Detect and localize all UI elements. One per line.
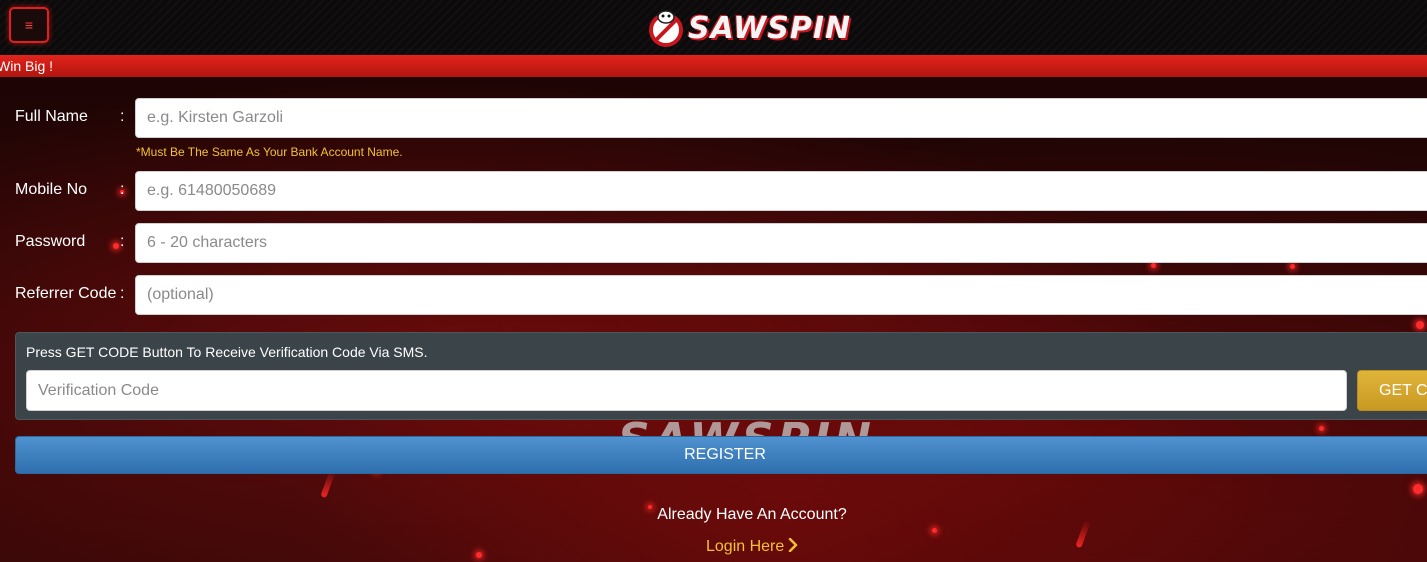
menu-button[interactable]: ≡ xyxy=(9,7,49,43)
hamburger-icon: ≡ xyxy=(24,17,34,33)
background-streak xyxy=(1075,519,1091,549)
top-header: ≡ SAWSPIN xyxy=(0,0,1427,55)
logo-mascot-icon xyxy=(649,10,683,47)
referrer-input[interactable] xyxy=(135,275,1427,315)
background-streak xyxy=(320,469,336,499)
already-account-text: Already Have An Account? xyxy=(657,506,847,523)
referrer-label: Referrer Code xyxy=(15,285,117,302)
background-spark xyxy=(1290,264,1295,269)
get-code-button[interactable]: GET CODE xyxy=(1357,370,1427,411)
full-name-hint: *Must Be The Same As Your Bank Account N… xyxy=(136,145,403,159)
announcement-marquee: Win Big ! xyxy=(0,55,1427,77)
background-spark xyxy=(1151,263,1156,268)
already-account-row: Already Have An Account? xyxy=(0,506,1427,524)
verification-instruction: Press GET CODE Button To Receive Verific… xyxy=(26,344,428,360)
verification-panel: Press GET CODE Button To Receive Verific… xyxy=(15,332,1427,420)
mobile-label: Mobile No xyxy=(15,181,88,198)
mobile-input[interactable] xyxy=(135,171,1427,211)
mobile-colon: : xyxy=(120,181,125,198)
background-spark xyxy=(1319,426,1324,431)
verification-code-input[interactable] xyxy=(26,370,1347,411)
logo-text: SAWSPIN xyxy=(688,11,852,46)
register-button[interactable]: REGISTER xyxy=(15,436,1427,474)
password-label: Password xyxy=(15,233,86,250)
chevron-right-icon xyxy=(789,538,798,552)
background-spark xyxy=(113,243,119,249)
background-spark xyxy=(1416,321,1424,329)
referrer-colon: : xyxy=(120,285,125,302)
login-link[interactable]: Login Here xyxy=(706,538,798,556)
full-name-label: Full Name xyxy=(15,108,88,125)
background-spark xyxy=(476,552,482,558)
login-link-label: Login Here xyxy=(706,538,785,555)
full-name-colon: : xyxy=(120,108,125,125)
password-input[interactable] xyxy=(135,223,1427,263)
background-spark xyxy=(1413,484,1423,494)
background-spark xyxy=(932,528,937,533)
marquee-text: Win Big ! xyxy=(0,58,54,74)
site-logo[interactable]: SAWSPIN xyxy=(644,4,856,50)
full-name-input[interactable] xyxy=(135,98,1427,138)
password-colon: : xyxy=(120,233,125,250)
